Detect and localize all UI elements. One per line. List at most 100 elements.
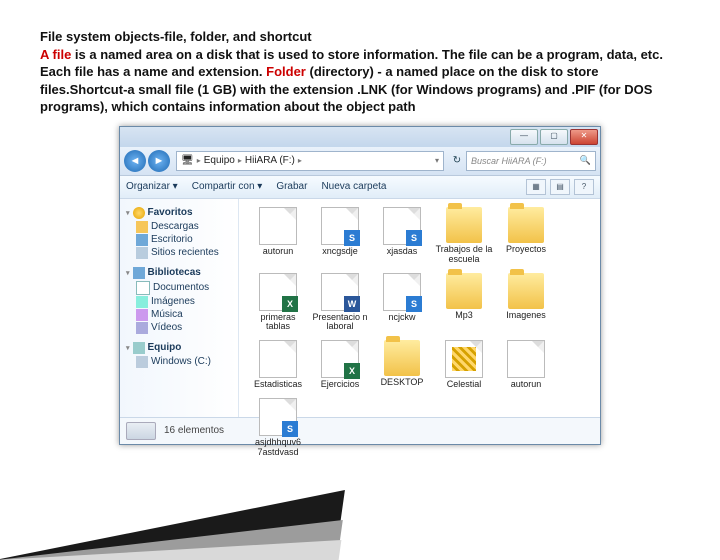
sidebar-item-videos[interactable]: Vídeos (136, 322, 234, 334)
forward-button[interactable]: ► (148, 150, 170, 172)
search-input[interactable]: Buscar HiiARA (F:) 🔍 (466, 151, 596, 171)
term-folder: Folder (266, 64, 306, 79)
file-item[interactable]: Sncjckw (372, 273, 432, 333)
recent-icon (136, 247, 148, 259)
file-label: primeras tablas (248, 313, 308, 333)
maximize-button[interactable]: ▢ (540, 129, 568, 145)
file-item[interactable]: XEjercicios (310, 340, 370, 390)
refresh-button[interactable]: ↻ (448, 155, 466, 166)
file-label: xncgsdje (310, 247, 370, 257)
sidebar-libraries-header[interactable]: Bibliotecas (126, 267, 234, 279)
file-item[interactable]: DESKTOP (372, 340, 432, 390)
file-grid: autorunSxncgsdjeSxjasdasTrabajos de la e… (239, 199, 600, 417)
file-item[interactable]: autorun (496, 340, 556, 390)
videos-icon (136, 322, 148, 334)
new-folder-button[interactable]: Nueva carpeta (321, 181, 386, 192)
search-icon: 🔍 (580, 155, 591, 166)
view-details-button[interactable]: ▤ (550, 179, 570, 195)
file-label: Trabajos de la escuela (434, 245, 494, 265)
file-label: autorun (496, 380, 556, 390)
file-item[interactable]: WPresentacio n laboral (310, 273, 370, 333)
status-count: 16 elementos (164, 425, 224, 436)
images-icon (136, 296, 148, 308)
breadcrumb-seg-equipo[interactable]: Equipo (204, 155, 235, 166)
file-item[interactable]: Sxjasdas (372, 207, 432, 265)
file-badge: X (282, 296, 298, 312)
file-icon: S (321, 207, 359, 245)
file-item[interactable]: Sxncgsdje (310, 207, 370, 265)
file-icon: S (383, 207, 421, 245)
sidebar-favorites-header[interactable]: Favoritos (126, 207, 234, 219)
slide-decoration (0, 480, 340, 560)
folder-icon (446, 273, 482, 309)
breadcrumb[interactable]: 🖥 ▸ Equipo ▸ HiiARA (F:) ▸ ▾ (176, 151, 444, 171)
file-icon (259, 340, 297, 378)
computer-icon: 🖥 (181, 155, 194, 166)
file-label: Imagenes (496, 311, 556, 321)
burn-button[interactable]: Grabar (276, 181, 307, 192)
sidebar-item-cdrive[interactable]: Windows (C:) (136, 356, 234, 368)
file-icon (259, 207, 297, 245)
file-icon: X (321, 340, 359, 378)
file-item[interactable]: Sasjdhhquv6 7astdvasd (248, 398, 308, 458)
file-item[interactable]: Mp3 (434, 273, 494, 333)
sidebar: Favoritos Descargas Escritorio Sitios re… (120, 199, 239, 417)
folder-icon (446, 207, 482, 243)
sidebar-computer-header[interactable]: Equipo (126, 342, 234, 354)
minimize-button[interactable]: — (510, 129, 538, 145)
folder-icon (508, 273, 544, 309)
music-icon (136, 309, 148, 321)
file-item[interactable]: Imagenes (496, 273, 556, 333)
help-button[interactable]: ? (574, 179, 594, 195)
file-label: Ejercicios (310, 380, 370, 390)
close-button[interactable]: ✕ (570, 129, 598, 145)
file-label: xjasdas (372, 247, 432, 257)
file-label: Celestial (434, 380, 494, 390)
file-label: asjdhhquv6 7astdvasd (248, 438, 308, 458)
search-placeholder: Buscar HiiARA (F:) (471, 156, 547, 166)
file-item[interactable]: Trabajos de la escuela (434, 207, 494, 265)
chevron-right-icon: ▸ (298, 156, 302, 165)
chevron-right-icon: ▸ (197, 156, 201, 165)
statusbar: 16 elementos (120, 417, 600, 444)
chevron-right-icon: ▸ (238, 156, 242, 165)
breadcrumb-dropdown[interactable]: ▾ (435, 156, 439, 165)
breadcrumb-seg-drive[interactable]: HiiARA (F:) (245, 155, 295, 166)
back-button[interactable]: ◄ (124, 150, 146, 172)
file-icon (507, 340, 545, 378)
sidebar-item-documents[interactable]: Documentos (136, 281, 234, 295)
file-badge: W (344, 296, 360, 312)
sidebar-item-downloads[interactable]: Descargas (136, 221, 234, 233)
view-thumbnails-button[interactable]: ▦ (526, 179, 546, 195)
file-label: Proyectos (496, 245, 556, 255)
drive-icon (126, 422, 156, 440)
sidebar-item-music[interactable]: Música (136, 309, 234, 321)
slide-text: File system objects-file, folder, and sh… (0, 0, 720, 122)
term-file: A file (40, 47, 71, 62)
file-item[interactable]: Estadisticas (248, 340, 308, 390)
file-label: DESKTOP (372, 378, 432, 388)
file-icon: W (321, 273, 359, 311)
downloads-icon (136, 221, 148, 233)
file-label: ncjckw (372, 313, 432, 323)
zip-icon (445, 340, 483, 378)
titlebar[interactable]: — ▢ ✕ (120, 127, 600, 147)
file-item[interactable]: Celestial (434, 340, 494, 390)
file-label: Presentacio n laboral (310, 313, 370, 333)
file-label: Mp3 (434, 311, 494, 321)
share-menu[interactable]: Compartir con ▾ (192, 181, 263, 192)
heading-line: File system objects-file, folder, and sh… (40, 29, 312, 44)
sidebar-item-recent[interactable]: Sitios recientes (136, 247, 234, 259)
file-icon: X (259, 273, 297, 311)
organize-menu[interactable]: Organizar ▾ (126, 181, 178, 192)
star-icon (133, 207, 145, 219)
sidebar-item-images[interactable]: Imágenes (136, 296, 234, 308)
desktop-icon (136, 234, 148, 246)
file-item[interactable]: autorun (248, 207, 308, 265)
sidebar-item-desktop[interactable]: Escritorio (136, 234, 234, 246)
file-item[interactable]: Xprimeras tablas (248, 273, 308, 333)
file-badge: X (344, 363, 360, 379)
file-label: autorun (248, 247, 308, 257)
file-item[interactable]: Proyectos (496, 207, 556, 265)
toolbar: Organizar ▾ Compartir con ▾ Grabar Nueva… (120, 176, 600, 199)
